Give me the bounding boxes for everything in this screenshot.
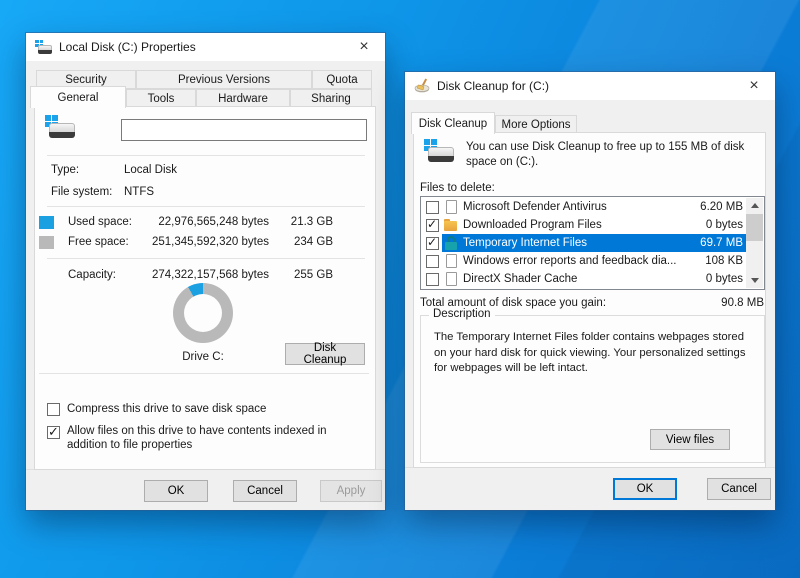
free-space-bytes: 251,345,592,320 bytes <box>125 236 269 248</box>
tab-quota[interactable]: Quota <box>312 70 372 89</box>
filesystem-value: NTFS <box>124 186 154 198</box>
tab-disk-cleanup[interactable]: Disk Cleanup <box>411 112 495 134</box>
description-title: Description <box>429 308 495 320</box>
file-size: 0 bytes <box>706 219 743 231</box>
file-icon <box>444 254 458 268</box>
compress-drive-checkbox[interactable] <box>47 403 60 416</box>
apply-button[interactable]: Apply <box>320 480 382 502</box>
allow-indexing-checkbox[interactable] <box>47 426 60 439</box>
list-item[interactable]: DirectX Shader Cache 0 bytes <box>422 270 746 288</box>
desktop: Local Disk (C:) Properties × Security Pr… <box>0 0 800 578</box>
file-size: 69.7 MB <box>700 237 743 249</box>
dialog-title: Disk Cleanup for (C:) <box>437 79 549 93</box>
file-size: 6.20 MB <box>700 201 743 213</box>
general-tab-page: Type: Local Disk File system: NTFS Used … <box>34 106 376 470</box>
type-value: Local Disk <box>124 164 177 176</box>
files-to-delete-label: Files to delete: <box>420 182 495 194</box>
used-space-label: Used space: <box>68 216 132 228</box>
list-item[interactable]: Temporary Internet Files 69.7 MB <box>422 234 746 252</box>
disk-usage-donut-chart <box>173 283 233 343</box>
list-item[interactable]: Windows error reports and feedback dia..… <box>422 252 746 270</box>
file-icon <box>444 272 458 286</box>
ok-button[interactable]: OK <box>613 478 677 500</box>
separator <box>47 155 365 156</box>
cleanup-intro-text: You can use Disk Cleanup to free up to 1… <box>466 140 768 170</box>
used-space-bytes: 22,976,565,248 bytes <box>125 216 269 228</box>
file-checkbox[interactable] <box>426 237 439 250</box>
file-size: 108 KB <box>705 255 743 267</box>
allow-indexing-label: Allow files on this drive to have conten… <box>67 425 369 452</box>
close-icon[interactable]: × <box>343 33 385 61</box>
properties-titlebar: Local Disk (C:) Properties × <box>26 33 385 61</box>
type-label: Type: <box>51 164 79 176</box>
cancel-button[interactable]: Cancel <box>233 480 297 502</box>
cancel-button[interactable]: Cancel <box>707 478 771 500</box>
file-name: Windows error reports and feedback dia..… <box>463 255 701 267</box>
file-checkbox[interactable] <box>426 201 439 214</box>
file-size: 0 bytes <box>706 273 743 285</box>
separator <box>39 373 369 374</box>
free-space-size: 234 GB <box>257 236 333 248</box>
used-space-swatch <box>39 216 54 229</box>
total-gain-value: 90.8 MB <box>674 297 764 309</box>
close-icon[interactable]: × <box>733 72 775 100</box>
ok-button[interactable]: OK <box>144 480 208 502</box>
lock-icon <box>444 236 458 250</box>
file-checkbox[interactable] <box>426 273 439 286</box>
scrollbar-thumb[interactable] <box>746 214 763 241</box>
file-checkbox[interactable] <box>426 219 439 232</box>
drive-icon <box>424 139 454 165</box>
scrollbar[interactable] <box>746 198 763 288</box>
file-name: Microsoft Defender Antivirus <box>463 201 696 213</box>
tab-general[interactable]: General <box>30 86 126 108</box>
free-space-swatch <box>39 236 54 249</box>
tab-previous-versions[interactable]: Previous Versions <box>136 70 312 89</box>
capacity-size: 255 GB <box>257 269 333 281</box>
list-item[interactable]: Downloaded Program Files 0 bytes <box>422 216 746 234</box>
file-name: Temporary Internet Files <box>463 237 696 249</box>
drive-icon <box>45 115 75 141</box>
volume-label-input[interactable] <box>121 119 367 141</box>
file-icon <box>444 200 458 214</box>
drive-icon <box>35 40 52 55</box>
filesystem-label: File system: <box>51 186 112 198</box>
disk-cleanup-tab-page: You can use Disk Cleanup to free up to 1… <box>413 132 766 468</box>
cleanup-titlebar: Disk Cleanup for (C:) × <box>405 72 775 100</box>
scroll-up-icon[interactable] <box>746 198 763 213</box>
compress-drive-label: Compress this drive to save disk space <box>67 403 266 415</box>
free-space-label: Free space: <box>68 236 129 248</box>
list-item[interactable]: Microsoft Defender Antivirus 6.20 MB <box>422 198 746 216</box>
disk-cleanup-dialog: Disk Cleanup for (C:) × Disk Cleanup Mor… <box>405 72 775 510</box>
drive-caption: Drive C: <box>163 351 243 363</box>
disk-cleanup-button[interactable]: Disk Cleanup <box>285 343 365 365</box>
view-files-button[interactable]: View files <box>650 429 730 450</box>
separator <box>47 206 365 207</box>
files-to-delete-list: Microsoft Defender Antivirus 6.20 MB Down… <box>420 196 765 290</box>
separator <box>47 258 365 259</box>
description-text: The Temporary Internet Files folder cont… <box>434 330 756 377</box>
file-checkbox[interactable] <box>426 255 439 268</box>
properties-dialog: Local Disk (C:) Properties × Security Pr… <box>26 33 385 510</box>
folder-icon <box>444 218 458 232</box>
description-groupbox: Description The Temporary Internet Files… <box>420 315 765 463</box>
file-name: DirectX Shader Cache <box>463 273 702 285</box>
capacity-label: Capacity: <box>68 269 116 281</box>
dialog-title: Local Disk (C:) Properties <box>59 40 196 54</box>
disk-cleanup-icon <box>414 78 430 94</box>
capacity-bytes: 274,322,157,568 bytes <box>125 269 269 281</box>
used-space-size: 21.3 GB <box>257 216 333 228</box>
scroll-down-icon[interactable] <box>746 273 763 288</box>
file-name: Downloaded Program Files <box>463 219 702 231</box>
